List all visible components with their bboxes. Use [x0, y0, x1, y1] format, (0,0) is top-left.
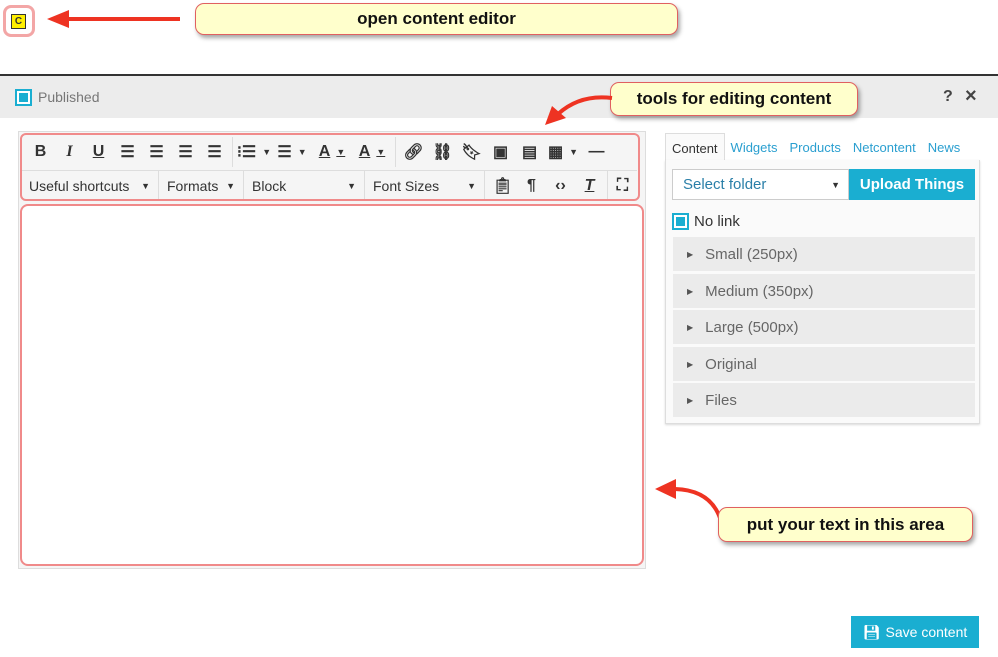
list-item[interactable]: ▶ Small (250px)	[673, 237, 975, 271]
select-folder-dropdown[interactable]: Select folder ▼	[672, 169, 849, 200]
expand-icon: ▶	[687, 322, 694, 332]
tab-widgets[interactable]: Widgets	[725, 133, 784, 163]
help-button[interactable]: ?	[943, 88, 953, 106]
expand-icon: ▶	[687, 249, 694, 259]
list-item[interactable]: ▶ Medium (350px)	[673, 274, 975, 308]
tab-content[interactable]: Content	[665, 133, 725, 163]
save-icon: 💾︎	[862, 623, 881, 640]
list-item[interactable]: ▶ Files	[673, 383, 975, 417]
list-item[interactable]: ▶ Large (500px)	[673, 310, 975, 344]
tab-netcontent[interactable]: Netcontent	[847, 133, 922, 163]
toolbar-highlight	[20, 133, 640, 201]
save-content-button[interactable]: 💾︎ Save content	[851, 616, 979, 648]
annotation-text-area: put your text in this area	[718, 507, 973, 542]
annotation-tools: tools for editing content	[610, 82, 858, 116]
upload-button[interactable]: Upload Things	[849, 169, 975, 200]
arrow-icon	[545, 95, 613, 125]
expand-icon: ▶	[687, 359, 694, 369]
no-link-checkbox[interactable]	[672, 213, 689, 230]
text-area[interactable]	[20, 204, 644, 566]
annotation-open-editor: open content editor	[195, 3, 678, 35]
open-editor-button[interactable]: C	[3, 5, 35, 37]
close-button[interactable]: ×	[965, 85, 977, 108]
tab-news[interactable]: News	[922, 133, 967, 163]
published-checkbox[interactable]	[15, 89, 32, 106]
expand-icon: ▶	[687, 395, 694, 405]
no-link-label: No link	[694, 213, 740, 230]
list-item[interactable]: ▶ Original	[673, 347, 975, 381]
arrow-icon	[47, 10, 180, 28]
expand-icon: ▶	[687, 286, 694, 296]
content-panel: Select folder ▼ Upload Things No link ▶ Sm…	[665, 160, 980, 424]
panel-tabs: Content Widgets Products Netcontent News	[665, 133, 966, 163]
published-label: Published	[38, 89, 100, 105]
tab-products[interactable]: Products	[784, 133, 847, 163]
arrow-icon	[655, 479, 722, 519]
